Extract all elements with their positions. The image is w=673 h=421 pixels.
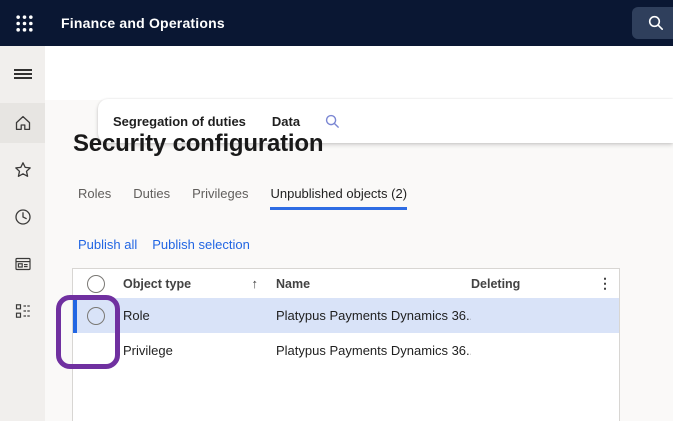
row-select-cell: [73, 307, 119, 325]
app-window: Finance and Operations: [0, 0, 673, 421]
app-title: Finance and Operations: [61, 15, 225, 31]
sidebar: [0, 46, 45, 421]
sidebar-item-recent[interactable]: [0, 197, 45, 237]
table-row-role[interactable]: Role Platypus Payments Dynamics 36...: [73, 298, 619, 333]
global-search-button[interactable]: [632, 7, 673, 39]
sidebar-item-modules[interactable]: [0, 291, 45, 331]
app-header: Finance and Operations: [0, 0, 673, 46]
sidebar-item-workspaces[interactable]: [0, 244, 45, 284]
nav-item-segregation-of-duties[interactable]: Segregation of duties: [113, 114, 246, 129]
object-type-value: Privilege: [123, 343, 173, 358]
sort-ascending-icon: ↑: [252, 276, 259, 291]
unpublished-objects-grid: Object type ↑ Name Deleting ⋮ Role Platy…: [72, 268, 620, 421]
column-header-object-type[interactable]: Object type ↑: [119, 276, 276, 291]
column-header-name[interactable]: Name: [276, 277, 471, 291]
action-links: Publish all Publish selection: [78, 237, 250, 252]
app-launcher-waffle-icon[interactable]: [13, 12, 35, 34]
nav-strip: Segregation of duties Data: [45, 46, 673, 100]
search-icon: [647, 14, 665, 32]
nav-search-icon[interactable]: [324, 113, 341, 130]
tab-strip: Roles Duties Privileges Unpublished obje…: [78, 186, 407, 210]
object-type-value: Role: [123, 308, 150, 323]
clock-icon: [13, 207, 33, 227]
tab-roles[interactable]: Roles: [78, 186, 111, 210]
nav-item-data[interactable]: Data: [272, 114, 300, 129]
select-all-cell: [73, 275, 119, 293]
column-header-deleting[interactable]: Deleting: [471, 277, 591, 291]
name-value: Platypus Payments Dynamics 36...: [276, 343, 471, 358]
select-all-checkbox[interactable]: [87, 275, 105, 293]
page-title: Security configuration: [73, 130, 323, 158]
modules-list-icon: [13, 301, 33, 321]
grid-options-ellipsis-icon[interactable]: ⋮: [591, 275, 619, 292]
publish-selection-link[interactable]: Publish selection: [152, 237, 250, 252]
sidebar-hamburger-menu-icon[interactable]: [0, 54, 45, 94]
tab-privileges[interactable]: Privileges: [192, 186, 248, 210]
star-icon: [13, 160, 33, 180]
sidebar-item-home[interactable]: [0, 103, 45, 143]
tab-duties[interactable]: Duties: [133, 186, 170, 210]
grid-header-row: Object type ↑ Name Deleting ⋮: [73, 269, 619, 298]
sidebar-item-favorites[interactable]: [0, 150, 45, 190]
tab-unpublished-objects[interactable]: Unpublished objects (2): [270, 186, 407, 210]
row-select-checkbox[interactable]: [87, 307, 105, 325]
table-row-privilege[interactable]: Privilege Platypus Payments Dynamics 36.…: [73, 333, 619, 368]
home-icon: [13, 113, 33, 133]
workspaces-icon: [13, 254, 33, 274]
name-value: Platypus Payments Dynamics 36...: [276, 308, 471, 323]
publish-all-link[interactable]: Publish all: [78, 237, 137, 252]
